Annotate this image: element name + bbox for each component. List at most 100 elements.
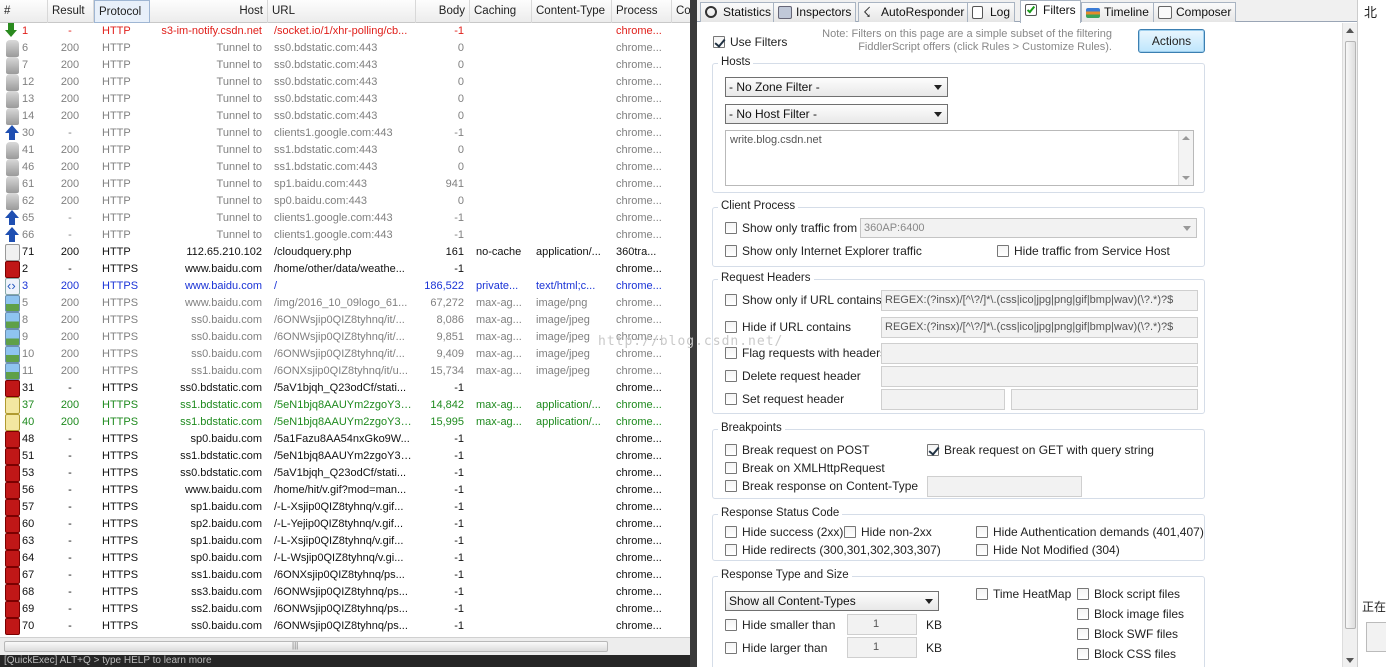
scroll-up-icon[interactable] [1182, 136, 1190, 140]
session-row[interactable]: 51 - HTTPS ss1.bdstatic.com/5eN1bjq8AAUYm2z… [0, 448, 690, 465]
show-only-ie-checkbox[interactable] [725, 245, 737, 257]
session-row[interactable]: 40 200 HTTPS ss1.bdstatic.com/5eN1bjq8AAUYm… [0, 414, 690, 431]
set-header-value-input[interactable] [1011, 389, 1198, 410]
session-row[interactable]: 66 - HTTP Tunnel to clients1.google.com:443 -… [0, 227, 690, 244]
zone-filter-select[interactable]: - No Zone Filter - [725, 77, 948, 97]
session-row[interactable]: 11 200 HTTPS ss1.baidu.com/6ONXsjip0QIZ8tyh… [0, 363, 690, 380]
set-header-name-input[interactable] [881, 389, 1005, 410]
break-post-checkbox[interactable] [725, 444, 737, 456]
set-header-checkbox[interactable] [725, 393, 737, 405]
session-row[interactable]: 56 - HTTPS www.baidu.com/home/hit/v.gif?mod… [0, 482, 690, 499]
session-row[interactable]: 30 - HTTP Tunnel to clients1.google.com:443 -… [0, 125, 690, 142]
break-content-type-input[interactable] [927, 476, 1082, 497]
hide-auth-checkbox[interactable] [976, 526, 988, 538]
session-row[interactable]: 8 200 HTTPS ss0.baidu.com/6ONWsjip0QIZ8tyhn… [0, 312, 690, 329]
session-row[interactable]: 7 200 HTTP Tunnel to ss0.bdstatic.com:443 0 ch… [0, 57, 690, 74]
session-list[interactable]: # Result Protocol Host URL Body Caching … [0, 0, 690, 667]
tab-autoresponder[interactable]: ☇ AutoResponder [858, 2, 970, 22]
session-row[interactable]: 12 200 HTTP Tunnel to ss0.bdstatic.com:443 0 c… [0, 74, 690, 91]
scroll-down-icon[interactable] [1346, 658, 1354, 663]
session-row[interactable]: 61 200 HTTP Tunnel to sp1.baidu.com:443 941 ch… [0, 176, 690, 193]
block-image-checkbox[interactable] [1077, 608, 1089, 620]
hide-service-host-checkbox[interactable] [997, 245, 1009, 257]
hide-redirects-checkbox[interactable] [725, 544, 737, 556]
column-header-comments[interactable]: Co [672, 0, 690, 23]
hide-not-modified-checkbox[interactable] [976, 544, 988, 556]
session-row[interactable]: 62 200 HTTP Tunnel to sp0.baidu.com:443 0 chro… [0, 193, 690, 210]
session-row[interactable]: 71 200 HTTP 112.65.210.102/cloudquery.php 16… [0, 244, 690, 261]
session-row[interactable]: 9 200 HTTPS ss0.baidu.com/6ONWsjip0QIZ8tyhn… [0, 329, 690, 346]
tab-composer[interactable]: Composer [1153, 2, 1237, 22]
hscroll-thumb[interactable] [4, 641, 608, 652]
scroll-down-icon[interactable] [1182, 176, 1190, 180]
break-xhr-checkbox[interactable] [725, 462, 737, 474]
session-list-hscrollbar[interactable]: ||| [0, 637, 690, 655]
hide-success-checkbox[interactable] [725, 526, 737, 538]
host-list-textarea[interactable]: write.blog.csdn.net [725, 130, 1194, 186]
column-header-content-type[interactable]: Content-Type [532, 0, 612, 23]
session-row[interactable]: 6 200 HTTP Tunnel to ss0.bdstatic.com:443 0 ch… [0, 40, 690, 57]
block-script-checkbox[interactable] [1077, 588, 1089, 600]
hide-smaller-input[interactable]: 1 [847, 614, 917, 635]
column-header-body[interactable]: Body [416, 0, 470, 23]
session-row[interactable]: 63 - HTTPS sp1.baidu.com /-L-Xsjip0QIZ8tyhnq… [0, 533, 690, 550]
session-row[interactable]: 68 - HTTPS ss3.baidu.com/6ONWsjip0QIZ8tyhnq… [0, 584, 690, 601]
column-header-url[interactable]: URL [268, 0, 416, 23]
session-row[interactable]: 48 - HTTPS sp0.baidu.com/5a1Fazu8AA54nxGko9… [0, 431, 690, 448]
session-row[interactable]: 5 200 HTTPS www.baidu.com/img/2016_10_09log… [0, 295, 690, 312]
vscroll-thumb[interactable] [1345, 41, 1356, 629]
break-get-query-checkbox[interactable] [927, 444, 939, 456]
session-row[interactable]: 46 200 HTTP Tunnel to ss1.bdstatic.com:443 0 c… [0, 159, 690, 176]
session-row[interactable]: 53 - HTTPS ss0.bdstatic.com/5aV1bjqh_Q23odC… [0, 465, 690, 482]
session-row[interactable]: 70 - HTTPS ss0.baidu.com/6ONWsjip0QIZ8tyhnq… [0, 618, 690, 635]
hide-larger-checkbox[interactable] [725, 642, 737, 654]
session-row[interactable]: 13 200 HTTP Tunnel to ss0.bdstatic.com:443 0 c… [0, 91, 690, 108]
filters-vscrollbar[interactable] [1342, 23, 1357, 667]
session-row[interactable]: 14 200 HTTP Tunnel to ss0.bdstatic.com:443 0 c… [0, 108, 690, 125]
session-row[interactable]: 41 200 HTTP Tunnel to ss1.bdstatic.com:443 0 c… [0, 142, 690, 159]
actions-button[interactable]: Actions [1138, 29, 1205, 53]
column-header-process[interactable]: Process [612, 0, 672, 23]
column-header-result[interactable]: Result [48, 0, 94, 23]
process-select[interactable]: 360AP:6400 [860, 218, 1197, 238]
host-filter-select[interactable]: - No Host Filter - [725, 104, 948, 124]
hide-larger-input[interactable]: 1 [847, 637, 917, 658]
show-if-url-input[interactable]: REGEX:(?insx)/[^\?/]*\.(css|ico|jpg|png|… [881, 290, 1198, 311]
session-row[interactable]: 3 200 HTTPS www.baidu.com / 186,522 private...… [0, 278, 690, 295]
time-heatmap-checkbox[interactable] [976, 588, 988, 600]
tab-log[interactable]: Log [967, 2, 1016, 22]
delete-header-input[interactable] [881, 366, 1198, 387]
column-header-protocol[interactable]: Protocol [94, 0, 150, 23]
session-row[interactable]: 67 - HTTPS ss1.baidu.com/6ONXsjip0QIZ8tyhnq… [0, 567, 690, 584]
flag-headers-input[interactable] [881, 343, 1198, 364]
session-row[interactable]: 37 200 HTTPS ss1.bdstatic.com/5eN1bjq8AAUYm… [0, 397, 690, 414]
use-filters-checkbox[interactable] [713, 36, 725, 48]
session-row[interactable]: 10 200 HTTPS ss0.baidu.com/6ONWsjip0QIZ8tyh… [0, 346, 690, 363]
session-row[interactable]: 64 - HTTPS sp0.baidu.com /-L-Wsjip0QIZ8tyhnq… [0, 550, 690, 567]
show-only-traffic-checkbox[interactable] [725, 222, 737, 234]
host-list-scrollbar[interactable] [1178, 131, 1193, 185]
hide-if-url-checkbox[interactable] [725, 321, 737, 333]
session-row[interactable]: 69 - HTTPS ss2.baidu.com/6ONWsjip0QIZ8tyhnq… [0, 601, 690, 618]
tab-filters[interactable]: Filters [1020, 0, 1081, 23]
tab-inspectors[interactable]: Inspectors [773, 2, 857, 22]
session-row[interactable]: 65 - HTTP Tunnel to clients1.google.com:443 -… [0, 210, 690, 227]
column-header-caching[interactable]: Caching [470, 0, 532, 23]
adjacent-window-button[interactable] [1366, 622, 1386, 652]
scroll-up-icon[interactable] [1346, 28, 1354, 33]
column-header-host[interactable]: Host [150, 0, 268, 23]
tab-timeline[interactable]: Timeline [1081, 2, 1154, 22]
hide-smaller-checkbox[interactable] [725, 619, 737, 631]
session-row[interactable]: 31 - HTTPS ss0.bdstatic.com/5aV1bjqh_Q23odC… [0, 380, 690, 397]
show-if-url-checkbox[interactable] [725, 294, 737, 306]
session-row[interactable]: 2 - HTTPS www.baidu.com/home/other/data/wea… [0, 261, 690, 278]
session-row[interactable]: 60 - HTTPS sp2.baidu.com /-L-Yejip0QIZ8tyhnq… [0, 516, 690, 533]
hide-if-url-input[interactable]: REGEX:(?insx)/[^\?/]*\.(css|ico|jpg|png|… [881, 317, 1198, 338]
content-types-select[interactable]: Show all Content-Types [725, 591, 939, 611]
session-row[interactable]: 1 - HTTP s3-im-notify.csdn.net/socket.io/1/… [0, 23, 690, 40]
column-header-num[interactable]: # [0, 0, 48, 23]
block-css-checkbox[interactable] [1077, 648, 1089, 660]
quickexec-bar[interactable]: [QuickExec] ALT+Q > type HELP to learn m… [0, 655, 690, 667]
block-swf-checkbox[interactable] [1077, 628, 1089, 640]
tab-statistics[interactable]: Statistics [700, 2, 777, 22]
